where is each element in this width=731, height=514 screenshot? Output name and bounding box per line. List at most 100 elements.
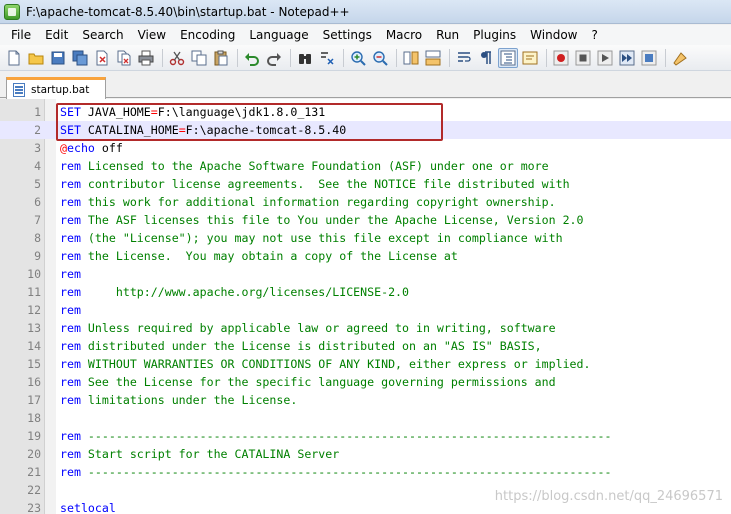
keyword-setlocal: setlocal	[60, 501, 116, 514]
save-all-button[interactable]	[70, 48, 90, 68]
redo-button[interactable]	[264, 48, 284, 68]
code-line[interactable]: 1 SET JAVA_HOME=F:\language\jdk1.8.0_131	[0, 103, 731, 121]
run-macro-multiple-button[interactable]	[617, 48, 637, 68]
keyword-rem: rem	[60, 393, 81, 407]
keyword-rem: rem	[60, 177, 81, 191]
code-line[interactable]: 12 rem	[0, 301, 731, 319]
comment-text: ----------------------------------------…	[80, 429, 612, 443]
keyword-rem: rem	[60, 159, 81, 173]
code-line[interactable]: 21 rem ----------------------------------…	[0, 463, 731, 481]
menu-plugins[interactable]: Plugins	[466, 25, 523, 45]
paste-button[interactable]	[211, 48, 231, 68]
paste-icon	[214, 50, 228, 65]
operator: =	[150, 105, 158, 119]
menu-settings[interactable]: Settings	[316, 25, 379, 45]
open-file-button[interactable]	[26, 48, 46, 68]
code-text: SET CATALINA_HOME=F:\apache-tomcat-8.5.4…	[60, 121, 346, 139]
stop-macro-button[interactable]	[573, 48, 593, 68]
show-all-chars-button[interactable]	[476, 48, 496, 68]
find-button[interactable]	[295, 48, 315, 68]
comment-text: contributor license agreements. See the …	[80, 177, 570, 191]
toolbar-separator	[396, 48, 397, 67]
new-file-button[interactable]	[4, 48, 24, 68]
line-number: 9	[34, 249, 41, 263]
code-line[interactable]: 18	[0, 409, 731, 427]
menu-edit[interactable]: Edit	[38, 25, 75, 45]
menu-window[interactable]: Window	[523, 25, 584, 45]
cut-button[interactable]	[167, 48, 187, 68]
line-number: 21	[27, 465, 41, 479]
close-file-button[interactable]	[92, 48, 112, 68]
code-text: rem http://www.apache.org/licenses/LICEN…	[60, 283, 409, 301]
keyword-rem: rem	[60, 213, 81, 227]
indent-guide-button[interactable]	[498, 47, 518, 68]
replace-button[interactable]	[317, 48, 337, 68]
menu-macro[interactable]: Macro	[379, 25, 429, 45]
play-macro-button[interactable]	[595, 48, 615, 68]
menu-run[interactable]: Run	[429, 25, 466, 45]
code-line[interactable]: 4 rem Licensed to the Apache Software Fou…	[0, 157, 731, 175]
code-line[interactable]: 16 rem See the License for the specific l…	[0, 373, 731, 391]
code-line[interactable]: 5 rem contributor license agreements. See…	[0, 175, 731, 193]
print-button[interactable]	[136, 48, 156, 68]
line-number: 1	[34, 105, 41, 119]
line-number: 22	[27, 483, 41, 497]
scissors-icon	[169, 51, 185, 65]
doc-map-button[interactable]	[520, 48, 540, 68]
line-number: 16	[27, 375, 41, 389]
save-button[interactable]	[48, 48, 68, 68]
comment-text: ----------------------------------------…	[80, 465, 612, 479]
code-line[interactable]: 7 rem The ASF licenses this file to You u…	[0, 211, 731, 229]
zoom-in-button[interactable]	[348, 48, 368, 68]
comment-text: Unless required by applicable law or agr…	[80, 321, 556, 335]
menu-help[interactable]: ?	[584, 25, 604, 45]
saved-file-icon	[13, 82, 25, 97]
record-macro-button[interactable]	[551, 48, 571, 68]
code-line[interactable]: 9 rem the License. You may obtain a copy …	[0, 247, 731, 265]
menu-encoding[interactable]: Encoding	[173, 25, 242, 45]
menu-language[interactable]: Language	[242, 25, 315, 45]
tab-startup-bat[interactable]: startup.bat	[6, 77, 106, 99]
code-line[interactable]: 10 rem	[0, 265, 731, 283]
code-line[interactable]: 13 rem Unless required by applicable law …	[0, 319, 731, 337]
code-line[interactable]: 14 rem distributed under the License is d…	[0, 337, 731, 355]
save-macro-button[interactable]	[639, 48, 659, 68]
code-line[interactable]: 11 rem http://www.apache.org/licenses/LIC…	[0, 283, 731, 301]
line-number: 6	[34, 195, 41, 209]
menu-file[interactable]: File	[4, 25, 38, 45]
zoom-out-button[interactable]	[370, 48, 390, 68]
undo-button[interactable]	[242, 48, 262, 68]
tab-label: startup.bat	[31, 83, 90, 96]
line-number: 12	[27, 303, 41, 317]
sync-vertical-icon	[403, 51, 419, 64]
keyword-rem: rem	[60, 195, 81, 209]
variable-value: F:\language\jdk1.8.0_131	[157, 105, 326, 119]
word-wrap-button[interactable]	[454, 48, 474, 68]
code-line[interactable]: 20 rem Start script for the CATALINA Serv…	[0, 445, 731, 463]
code-line[interactable]: 8 rem (the "License"); you may not use th…	[0, 229, 731, 247]
sync-horizontal-button[interactable]	[423, 48, 443, 68]
editor-pane[interactable]: 1 SET JAVA_HOME=F:\language\jdk1.8.0_131 2…	[0, 99, 731, 514]
tab-bar: startup.bat	[0, 72, 731, 99]
code-text: rem limitations under the License.	[60, 391, 297, 409]
code-line[interactable]: 17 rem limitations under the License.	[0, 391, 731, 409]
code-line[interactable]: 2 SET CATALINA_HOME=F:\apache-tomcat-8.5.…	[0, 121, 731, 139]
menu-view[interactable]: View	[131, 25, 173, 45]
save-macro-icon	[641, 50, 657, 65]
toolbar	[0, 45, 731, 71]
close-all-icon	[117, 50, 131, 65]
echo-argument: off	[94, 141, 123, 155]
menu-search[interactable]: Search	[75, 25, 130, 45]
code-line[interactable]: 6 rem this work for additional informatio…	[0, 193, 731, 211]
code-line[interactable]: 3 @echo off	[0, 139, 731, 157]
code-line[interactable]: 15 rem WITHOUT WARRANTIES OR CONDITIONS O…	[0, 355, 731, 373]
copy-button[interactable]	[189, 48, 209, 68]
close-all-button[interactable]	[114, 48, 134, 68]
echo-at-sign: @	[60, 141, 67, 155]
word-wrap-icon	[458, 51, 471, 62]
sync-vertical-button[interactable]	[401, 48, 421, 68]
code-text: rem contributor license agreements. See …	[60, 175, 570, 193]
code-line[interactable]: 19 rem ----------------------------------…	[0, 427, 731, 445]
operator: =	[178, 123, 186, 137]
spell-check-button[interactable]	[670, 48, 690, 68]
